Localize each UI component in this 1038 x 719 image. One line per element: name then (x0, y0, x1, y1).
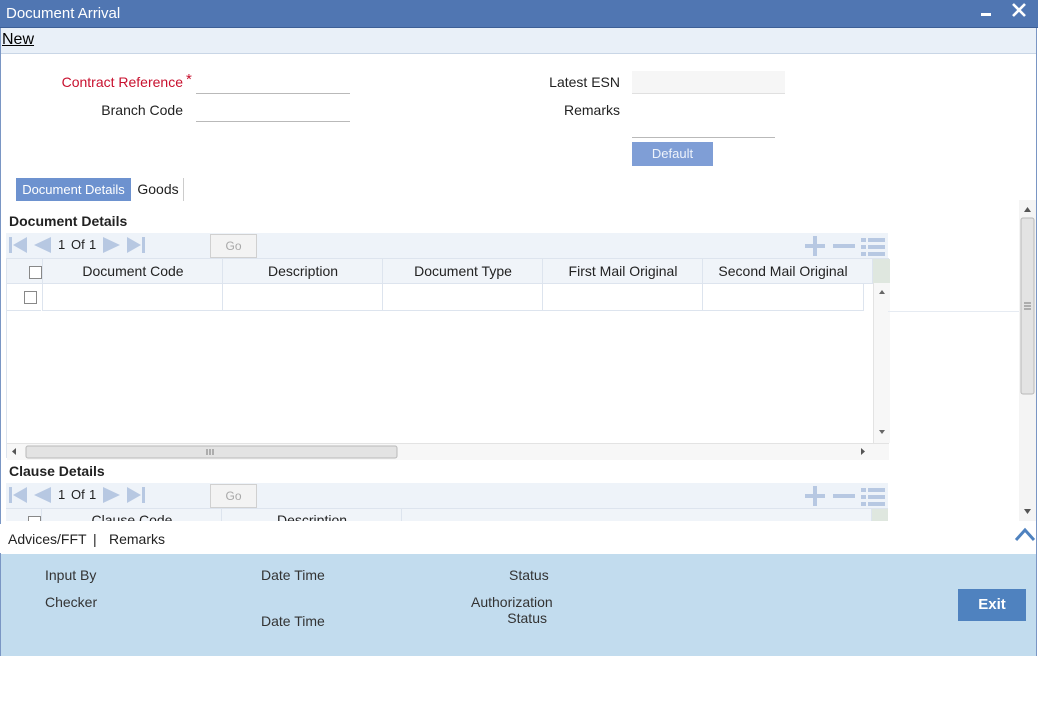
authorization-label: Authorization (471, 594, 553, 610)
grid-vertical-scrollbar[interactable] (873, 283, 890, 443)
delete-row-icon[interactable] (832, 236, 856, 256)
prev-page-icon[interactable] (32, 486, 52, 504)
go-button[interactable]: Go (210, 234, 257, 258)
tab-goods[interactable]: Goods (133, 178, 184, 201)
total-pages: 1 (89, 237, 97, 252)
last-page-icon[interactable] (126, 486, 146, 504)
tab-document-details[interactable]: Document Details (16, 178, 131, 201)
contract-reference-label: Contract Reference (61, 74, 183, 90)
document-details-pagination: 1 Of 1 Go (6, 233, 888, 259)
remarks-input[interactable] (632, 115, 775, 138)
contract-reference-input[interactable] (196, 71, 350, 94)
main-vertical-scrollbar[interactable] (1019, 200, 1036, 521)
add-row-icon[interactable] (803, 486, 827, 506)
default-button[interactable]: Default (632, 142, 713, 166)
cell-document-type[interactable] (382, 283, 543, 311)
table-row[interactable] (7, 283, 873, 311)
grid-header: Document Code Description Document Type … (7, 258, 890, 284)
minimize-icon[interactable] (979, 2, 993, 22)
cell-second-mail-original[interactable] (702, 283, 864, 311)
collapse-icon[interactable] (1014, 526, 1036, 542)
cell-first-mail-original[interactable] (542, 283, 703, 311)
add-row-icon[interactable] (803, 236, 827, 256)
col-header-second-mail-original[interactable]: Second Mail Original (702, 259, 863, 283)
remarks-link[interactable]: Remarks (109, 531, 165, 547)
close-icon[interactable] (1010, 0, 1028, 22)
next-page-icon[interactable] (102, 236, 122, 254)
next-page-icon[interactable] (102, 486, 122, 504)
page-of-label: Of (71, 237, 85, 252)
audit-panel: Input By Date Time Status Checker Date T… (1, 554, 1036, 656)
page-of-label: Of (71, 487, 85, 502)
menu-bar: New (0, 28, 1036, 54)
row-select-cell (7, 283, 41, 311)
grid-horizontal-scrollbar[interactable] (7, 443, 889, 460)
single-view-icon[interactable] (861, 236, 885, 256)
required-marker: * (186, 71, 192, 88)
exit-button[interactable]: Exit (958, 589, 1026, 621)
single-view-icon[interactable] (861, 486, 885, 506)
current-page: 1 (58, 487, 66, 502)
title-bar: Document Arrival (0, 0, 1038, 28)
header-filler (401, 509, 872, 521)
grid-header: Clause Code Description (6, 508, 888, 521)
go-button[interactable]: Go (210, 484, 257, 508)
checker-label: Checker (45, 594, 98, 610)
new-menu-link[interactable]: New (2, 31, 34, 49)
clause-details-grid: Clause Code Description (6, 508, 888, 521)
divider (888, 311, 1019, 312)
page-number-input[interactable] (164, 236, 208, 259)
col-header-first-mail-original[interactable]: First Mail Original (542, 259, 703, 283)
select-all-cell (6, 509, 41, 521)
row-checkbox[interactable] (24, 291, 37, 304)
header-scroll-corner (872, 259, 890, 283)
total-pages: 1 (89, 487, 97, 502)
select-all-checkbox[interactable] (28, 516, 41, 521)
input-by-label: Input By (45, 567, 97, 583)
page-number-input[interactable] (164, 486, 208, 509)
branch-code-label: Branch Code (101, 102, 183, 118)
authorization-status-label: Status (507, 610, 547, 626)
clause-details-title: Clause Details (9, 463, 105, 479)
cell-document-code[interactable] (42, 283, 223, 311)
col-header-description[interactable]: Description (221, 508, 402, 521)
first-page-icon[interactable] (8, 486, 28, 504)
col-header-document-type[interactable]: Document Type (382, 259, 543, 283)
status-label: Status (509, 567, 549, 583)
col-header-description[interactable]: Description (222, 259, 383, 283)
latest-esn-label: Latest ESN (549, 74, 620, 90)
date-time-label: Date Time (261, 567, 325, 583)
current-page: 1 (58, 237, 66, 252)
col-header-clause-code[interactable]: Clause Code (41, 508, 222, 521)
advices-fft-link[interactable]: Advices/FFT (8, 531, 87, 547)
select-all-checkbox[interactable] (29, 266, 42, 279)
branch-code-input[interactable] (196, 99, 350, 122)
first-page-icon[interactable] (8, 236, 28, 254)
cell-description[interactable] (222, 283, 383, 311)
document-details-grid: Document Code Description Document Type … (6, 258, 890, 460)
last-page-icon[interactable] (126, 236, 146, 254)
clause-details-pagination: 1 Of 1 Go (6, 483, 888, 509)
select-all-cell (7, 259, 42, 283)
delete-row-icon[interactable] (832, 486, 856, 506)
footer-separator: | (93, 531, 97, 547)
document-details-title: Document Details (9, 213, 128, 229)
checker-date-time-label: Date Time (261, 613, 325, 629)
window-title: Document Arrival (6, 5, 121, 22)
prev-page-icon[interactable] (32, 236, 52, 254)
col-header-document-code[interactable]: Document Code (42, 259, 223, 283)
remarks-label: Remarks (563, 102, 620, 118)
latest-esn-field (632, 71, 785, 94)
header-scroll-corner (871, 509, 888, 521)
frame-border-right (1036, 28, 1037, 656)
footer-links-bar: Advices/FFT | Remarks (0, 524, 1036, 553)
